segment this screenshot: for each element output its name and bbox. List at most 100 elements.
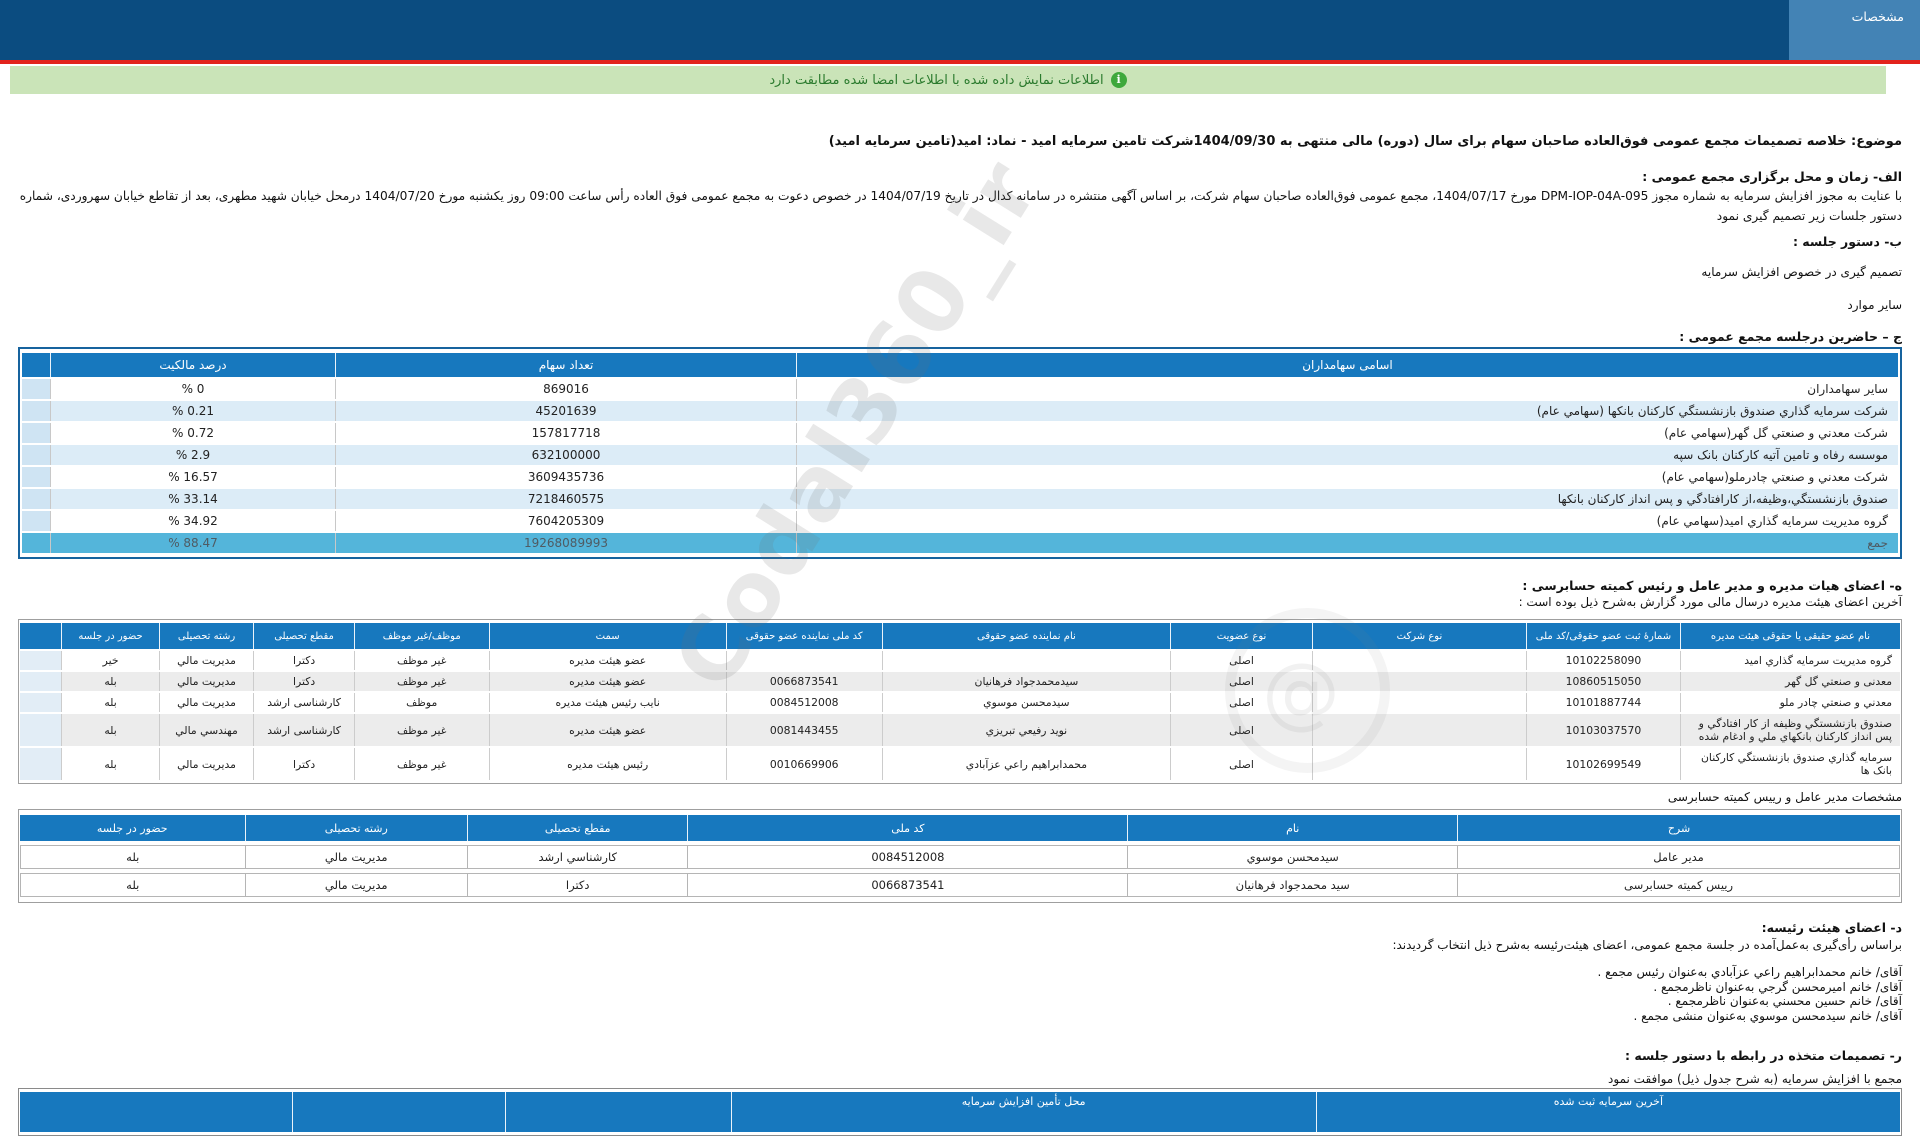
column-header: کد ملی [687,815,1127,841]
row-marker-cell [22,423,50,443]
column-header: مقطع تحصیلی [253,623,354,649]
ceo-table-title: مشخصات مدیر عامل و رییس کمیته حسابرسی [18,790,1902,805]
column-header: مقطع تحصیلی [467,815,687,841]
cell: 0010669906 [726,748,882,780]
cell: جمع [796,533,1898,553]
report-body: موضوع: خلاصه تصمیمات مجمع عمومی فوق‌العا… [0,134,1920,1136]
top-navigation-bar: مشخصات [0,0,1920,60]
cell: 10102258090 [1526,651,1680,670]
cell: صندوق بازنشستگي،وظیفه،از کارافتادگي و پس… [796,489,1898,509]
column-header [20,1092,292,1132]
cell [1312,672,1526,691]
column-header: نام عضو حقیقی یا حقوقی هیئت مدیره [1680,623,1900,649]
board-table-container: نام عضو حقیقی یا حقوقی هیئت مدیرهشمارهٔ … [18,619,1902,784]
cell: کارشناسي ارشد [467,845,687,869]
column-header: شرح [1457,815,1900,841]
table-row: سرمایه گذاري صندوق بازنشستگي کارکنان بان… [20,748,1900,780]
cell: نوید رفیعي تبریزي [882,714,1171,746]
cell: غیر موظف [354,672,489,691]
column-header: حضور در جلسه [20,815,245,841]
column-header: محل تأمین افزایش سرمایه [731,1092,1316,1132]
cell: سیدمحسن موسوي [882,693,1171,712]
row-marker-cell [22,489,50,509]
cell: رییس کمیته حسابرسی [1457,873,1900,897]
cell: مدیریت مالي [245,845,467,869]
cell [1312,651,1526,670]
section-e-title: ه- اعضای هیات مدیره و مدیر عامل و رئیس ک… [18,577,1902,594]
row-marker-cell [20,714,61,746]
cell: بله [61,672,159,691]
section-d-intro: براساس رأی‌گیری به‌عمل‌آمده در جلسة مجمع… [18,938,1902,953]
capital-increase-table-container: آخرین سرمایه ثبت شدهمحل تأمین افزایش سرم… [18,1088,1902,1136]
table-row: شرکت معدني و صنعتي چادرملو(سهامي عام)360… [22,467,1898,487]
cell: کارشناسی ارشد [253,693,354,712]
column-header: اسامی سهامداران [796,353,1898,377]
cell: بله [61,748,159,780]
table-row: گروه مدیریت سرمایه گذاري امید10102258090… [20,651,1900,670]
cell: % 0.21 [50,401,335,421]
cell: شرکت سرمایه گذاري صندوق بازنشستگي کارکنا… [796,401,1898,421]
section-a-title: الف- زمان و محل برگزاری مجمع عمومی : [18,168,1902,185]
cell: 632100000 [335,445,796,465]
cell: مدیر عامل [1457,845,1900,869]
row-marker-cell [22,379,50,399]
row-marker-cell [20,623,61,649]
table-row: معدنی و صنعتي گل گهر10860515050اصلیسیدمح… [20,672,1900,691]
header-row: آخرین سرمایه ثبت شدهمحل تأمین افزایش سرم… [20,1092,1900,1132]
row-marker-cell [22,533,50,553]
info-icon: i [1111,72,1127,88]
cell: مدیریت مالي [159,693,254,712]
table-row: رییس کمیته حسابرسیسید محمدجواد فرهانیان0… [20,873,1900,897]
cell [726,651,882,670]
cell: % 2.9 [50,445,335,465]
cell: صندوق بازنشستگي وظیفه از کار افتادگي و پ… [1680,714,1900,746]
section-b-title: ب- دستور جلسه : [18,233,1902,250]
table-row: معدني و صنعتي چادر ملو10101887744اصلیسید… [20,693,1900,712]
board-members-table: نام عضو حقیقی یا حقوقی هیئت مدیرهشمارهٔ … [20,621,1900,782]
header-row: شرحنامکد ملیمقطع تحصیلیرشته تحصیلیحضور د… [20,815,1900,841]
cell: گروه مدیریت سرمایه گذاري امید(سهامي عام) [796,511,1898,531]
cell: % 0 [50,379,335,399]
cell: اصلی [1170,651,1312,670]
codal-disclosure-page: { "topbar": { "tab_label": "مشخصات" }, "… [0,0,1920,1080]
cell: 0066873541 [687,873,1127,897]
capital-increase-table: آخرین سرمایه ثبت شدهمحل تأمین افزایش سرم… [20,1090,1900,1134]
cell: بله [61,693,159,712]
cell [1312,748,1526,780]
cell: اصلی [1170,693,1312,712]
column-header: سمت [489,623,726,649]
cell: دکترا [253,672,354,691]
shareholders-table-container: اسامی سهامدارانتعداد سهامدرصد مالکیت سای… [18,347,1902,559]
cell: عضو هیئت مدیره [489,651,726,670]
cell: مدیریت مالي [245,873,467,897]
tab-specifications[interactable]: مشخصات [1789,0,1920,60]
column-header: نوع عضویت [1170,623,1312,649]
cell: 7604205309 [335,511,796,531]
cell: بله [61,714,159,746]
presiding-member: آقای/ خانم امیرمحسن گرجي به‌عنوان ناظرمج… [18,980,1902,995]
presiding-member: آقای/ خانم حسین محسني به‌عنوان ناظرمجمع … [18,994,1902,1009]
cell: دکترا [467,873,687,897]
section-d-title: د- اعضای هیئت رئیسه: [18,919,1902,936]
cell: کارشناسی ارشد [253,714,354,746]
cell: 3609435736 [335,467,796,487]
table-row: شرکت معدني و صنعتي گل گهر(سهامي عام)1578… [22,423,1898,443]
cell: 19268089993 [335,533,796,553]
signature-match-banner: i اطلاعات نمایش داده شده با اطلاعات امضا… [10,66,1886,94]
column-header [292,1092,505,1132]
column-header: کد ملی نماینده عضو حقوقی [726,623,882,649]
cell: بله [20,873,245,897]
ceo-table-container: شرحنامکد ملیمقطع تحصیلیرشته تحصیلیحضور د… [18,809,1902,903]
subject-line: موضوع: خلاصه تصمیمات مجمع عمومی فوق‌العا… [18,134,1902,150]
column-header: درصد مالکیت [50,353,335,377]
cell: % 34.92 [50,511,335,531]
cell: غیر موظف [354,714,489,746]
column-header: حضور در جلسه [61,623,159,649]
cell: 10101887744 [1526,693,1680,712]
cell: خیر [61,651,159,670]
cell: عضو هیئت مدیره [489,714,726,746]
column-header: شمارهٔ ثبت عضو حقوقی/کد ملی [1526,623,1680,649]
cell: بله [20,845,245,869]
column-header: آخرین سرمایه ثبت شده [1316,1092,1900,1132]
section-a-paragraph-line1: با عنایت به مجوز افزایش سرمایه به شماره … [18,187,1902,205]
